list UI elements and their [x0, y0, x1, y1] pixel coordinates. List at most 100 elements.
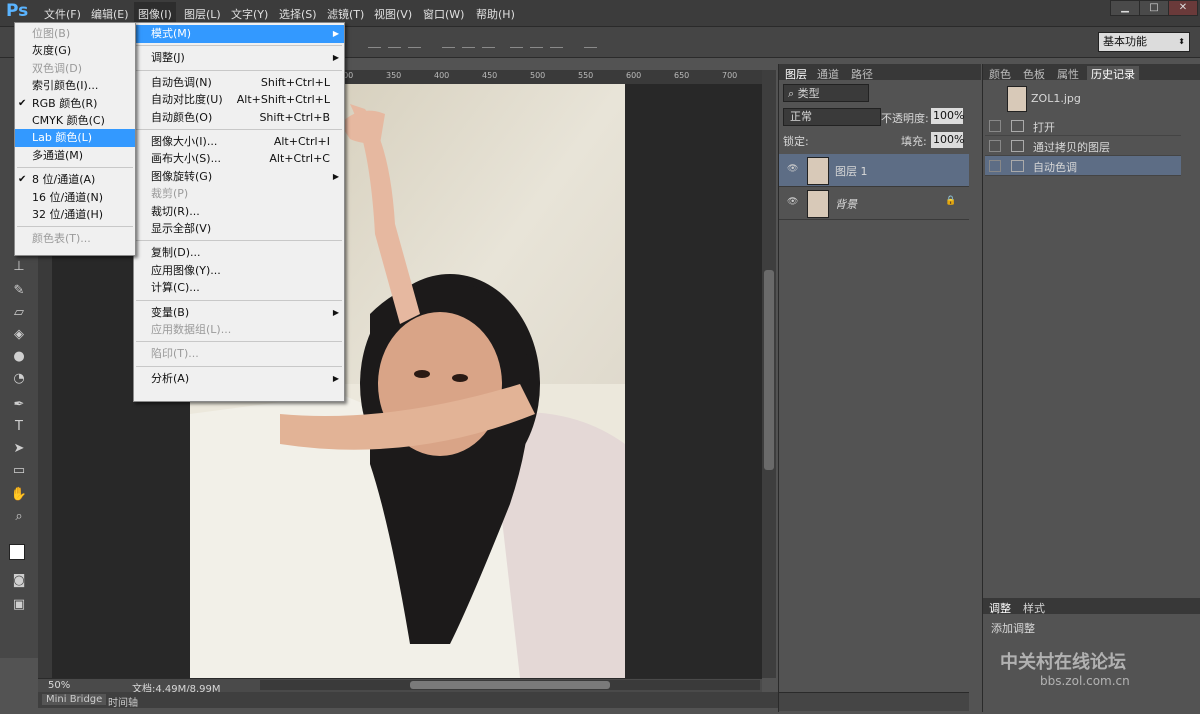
tab-styles[interactable]: 样式: [1023, 600, 1045, 616]
menu-type[interactable]: 文字(Y): [231, 6, 268, 22]
maximize-button[interactable]: □: [1139, 0, 1169, 16]
vertical-scroll-thumb[interactable]: [764, 270, 774, 470]
eye-icon[interactable]: 👁: [787, 197, 799, 207]
menu-item[interactable]: Lab 颜色(L): [15, 129, 135, 148]
distribute-left-icon[interactable]: [510, 35, 523, 48]
quick-mask-icon[interactable]: ◙: [10, 572, 28, 590]
menu-select[interactable]: 选择(S): [279, 6, 317, 22]
history-step[interactable]: 自动色调: [985, 156, 1181, 176]
snapshot-name[interactable]: ZOL1.jpg: [1031, 92, 1081, 105]
menu-separator: [136, 129, 342, 130]
menu-item-label: 8 位/通道(A): [32, 173, 96, 187]
menu-item[interactable]: 计算(C)...: [134, 279, 344, 297]
menu-item[interactable]: 裁切(R)...: [134, 203, 344, 221]
hand-tool-icon[interactable]: ✋: [10, 486, 28, 504]
tab-color[interactable]: 颜色: [989, 66, 1011, 82]
menu-item[interactable]: 图像大小(I)... Alt+Ctrl+I: [134, 133, 344, 151]
history-brush-tool-icon[interactable]: ✎: [10, 282, 28, 300]
path-selection-tool-icon[interactable]: ➤: [10, 440, 28, 458]
menu-file[interactable]: 文件(F): [44, 6, 81, 22]
menu-view[interactable]: 视图(V): [374, 6, 412, 22]
type-tool-icon[interactable]: T: [10, 418, 28, 436]
paint-bucket-tool-icon[interactable]: ◈: [10, 326, 28, 344]
menu-item[interactable]: 灰度(G): [15, 42, 135, 60]
menu-item[interactable]: 多通道(M): [15, 147, 135, 165]
layer-filter-select[interactable]: ⌕ 类型: [783, 84, 869, 102]
menu-item[interactable]: 调整(J) ▶: [134, 49, 344, 67]
menu-item[interactable]: 32 位/通道(H): [15, 206, 135, 224]
zoom-tool-icon[interactable]: ⌕: [10, 508, 28, 526]
workspace-select[interactable]: 基本功能 ⬍: [1098, 32, 1190, 52]
align-vcenter-icon[interactable]: [388, 35, 401, 48]
tab-adjustments[interactable]: 调整: [989, 600, 1011, 616]
menu-shortcut: Shift+Ctrl+L: [260, 75, 330, 89]
rectangle-tool-icon[interactable]: ▭: [10, 462, 28, 480]
clone-stamp-tool-icon[interactable]: ⊥: [10, 258, 28, 276]
eye-icon[interactable]: 👁: [787, 164, 799, 174]
menu-item[interactable]: CMYK 颜色(C): [15, 112, 135, 130]
tab-properties[interactable]: 属性: [1057, 66, 1079, 82]
distribute-vcenter-icon[interactable]: [462, 35, 475, 48]
horizontal-scrollbar[interactable]: [260, 680, 760, 690]
minimize-button[interactable]: ▁: [1110, 0, 1140, 16]
dodge-tool-icon[interactable]: ◔: [10, 370, 28, 388]
distribute-top-icon[interactable]: [442, 35, 455, 48]
pen-tool-icon[interactable]: ✒: [10, 396, 28, 414]
auto-align-icon[interactable]: [584, 35, 597, 48]
history-checkbox[interactable]: [989, 120, 1001, 132]
tab-history[interactable]: 历史记录: [1087, 66, 1139, 82]
distribute-hcenter-icon[interactable]: [530, 35, 543, 48]
distribute-bottom-icon[interactable]: [482, 35, 495, 48]
align-top-icon[interactable]: [368, 35, 381, 48]
menu-item[interactable]: 变量(B) ▶: [134, 304, 344, 322]
blend-mode-select[interactable]: 正常: [783, 108, 881, 126]
tab-swatches[interactable]: 色板: [1023, 66, 1045, 82]
menu-item[interactable]: 自动色调(N) Shift+Ctrl+L: [134, 74, 344, 92]
tab-layers[interactable]: 图层: [785, 66, 807, 82]
layer-row[interactable]: 👁 背景 🔒: [779, 187, 969, 220]
history-checkbox[interactable]: [989, 140, 1001, 152]
fill-input[interactable]: 100%: [931, 132, 964, 148]
screen-mode-icon[interactable]: ▣: [10, 596, 28, 614]
foreground-color-swatch[interactable]: [9, 544, 25, 560]
menu-window[interactable]: 窗口(W): [423, 6, 464, 22]
menu-layer[interactable]: 图层(L): [184, 6, 221, 22]
menu-item[interactable]: 画布大小(S)... Alt+Ctrl+C: [134, 150, 344, 168]
tab-timeline[interactable]: 时间轴: [104, 694, 142, 709]
menu-item[interactable]: 图像旋转(G) ▶: [134, 168, 344, 186]
history-step[interactable]: 打开: [985, 116, 1181, 136]
menu-filter[interactable]: 滤镜(T): [327, 6, 364, 22]
history-checkbox[interactable]: [989, 160, 1001, 172]
opacity-input[interactable]: 100%: [931, 108, 964, 124]
history-step[interactable]: 通过拷贝的图层: [985, 136, 1181, 156]
zoom-level[interactable]: 50%: [48, 680, 70, 691]
menu-item[interactable]: 应用图像(Y)...: [134, 262, 344, 280]
menu-item[interactable]: ✔ 8 位/通道(A): [15, 171, 135, 189]
distribute-right-icon[interactable]: [550, 35, 563, 48]
menu-item[interactable]: 16 位/通道(N): [15, 189, 135, 207]
close-button[interactable]: ✕: [1168, 0, 1198, 16]
tab-mini-bridge[interactable]: Mini Bridge: [42, 694, 107, 705]
blur-tool-icon[interactable]: ●: [10, 348, 28, 366]
menu-separator: [136, 299, 342, 301]
menu-edit[interactable]: 编辑(E): [91, 6, 129, 22]
menu-item-label: 裁切(R)...: [151, 204, 200, 218]
menu-item[interactable]: 显示全部(V): [134, 220, 344, 238]
menu-item[interactable]: 自动对比度(U) Alt+Shift+Ctrl+L: [134, 91, 344, 109]
menu-item[interactable]: 复制(D)...: [134, 244, 344, 262]
horizontal-scroll-thumb[interactable]: [410, 681, 610, 689]
menu-help[interactable]: 帮助(H): [476, 6, 515, 22]
align-bottom-icon[interactable]: [408, 35, 421, 48]
menu-item[interactable]: 模式(M) ▶: [134, 25, 344, 43]
menu-item[interactable]: ✔ RGB 颜色(R): [15, 95, 135, 113]
menu-item[interactable]: 自动颜色(O) Shift+Ctrl+B: [134, 109, 344, 127]
tab-channels[interactable]: 通道: [817, 66, 839, 82]
eraser-tool-icon[interactable]: ▱: [10, 304, 28, 322]
menu-item[interactable]: 索引颜色(I)...: [15, 77, 135, 95]
layer-row[interactable]: 👁 图层 1: [779, 154, 969, 187]
tab-paths[interactable]: 路径: [851, 66, 873, 82]
vertical-scrollbar[interactable]: [762, 70, 776, 678]
menu-item[interactable]: 分析(A) ▶: [134, 370, 344, 388]
image-menu-dropdown: 模式(M) ▶ 调整(J) ▶ 自动色调(N) Shift+Ctrl+L 自动对比度(U) A…: [133, 22, 345, 402]
chevron-down-icon: ⬍: [1178, 37, 1185, 46]
